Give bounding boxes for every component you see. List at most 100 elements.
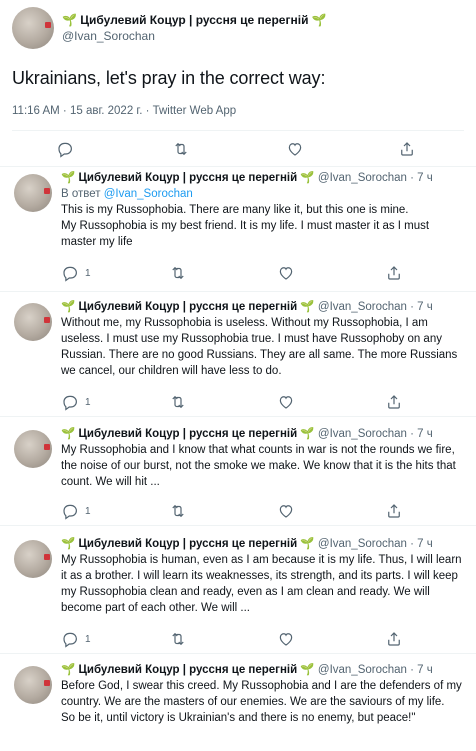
username[interactable]: @Ivan_Sorochan <box>62 29 327 43</box>
share-icon <box>388 395 400 409</box>
reply-button[interactable]: 1 <box>61 264 91 282</box>
reply-count: 1 <box>85 633 91 645</box>
retweet-button[interactable] <box>169 502 187 520</box>
share-icon <box>388 632 400 646</box>
reply-text: This is my Russophobia. There are many l… <box>61 204 430 248</box>
timestamp[interactable]: · 7 ч <box>410 172 433 184</box>
heart-icon <box>279 505 293 518</box>
reply-icon <box>63 395 77 411</box>
retweet-button[interactable] <box>169 264 187 282</box>
reply-count: 1 <box>85 267 91 279</box>
share-button[interactable] <box>385 264 403 282</box>
share-icon <box>401 142 413 156</box>
reply-button[interactable]: 1 <box>61 630 91 648</box>
username[interactable]: @Ivan_Sorochan <box>318 301 407 313</box>
reply-actions: 1 <box>61 393 467 413</box>
reply-text: My Russophobia is human, even as I am be… <box>61 554 462 614</box>
like-button[interactable] <box>277 630 295 648</box>
like-button[interactable] <box>277 264 295 282</box>
timestamp[interactable]: · 7 ч <box>410 664 433 676</box>
reply-count: 1 <box>85 505 91 517</box>
reply-actions: 1 <box>61 630 467 650</box>
reply-tweet[interactable]: 🌱 Цибулевий Коцур | руссня це перегній 🌱… <box>0 299 476 417</box>
display-name[interactable]: 🌱 Цибулевий Коцур | руссня це перегній 🌱 <box>62 13 327 27</box>
display-name[interactable]: 🌱 Цибулевий Коцур | руссня це перегній 🌱 <box>61 172 315 184</box>
retweet-icon <box>175 142 187 156</box>
share-icon <box>388 266 400 280</box>
retweet-button[interactable] <box>172 140 190 158</box>
reply-tweet[interactable]: 🌱 Цибулевий Коцур | руссня це перегній 🌱… <box>0 662 476 751</box>
reply-icon <box>63 504 77 520</box>
like-button[interactable] <box>277 393 295 411</box>
reply-body: 🌱 Цибулевий Коцур | руссня це перегній 🌱… <box>61 170 467 282</box>
avatar[interactable] <box>12 7 54 49</box>
main-tweet-header: 🌱 Цибулевий Коцур | руссня це перегній 🌱… <box>12 4 464 52</box>
reply-actions: 1 <box>61 264 467 284</box>
tweet-text: Ukrainians, let's pray in the correct wa… <box>12 68 326 88</box>
replying-to-link[interactable]: @Ivan_Sorochan <box>104 188 193 200</box>
retweet-button[interactable] <box>169 630 187 648</box>
tweet-actions <box>12 130 464 166</box>
reply-button[interactable]: 1 <box>61 502 91 520</box>
username[interactable]: @Ivan_Sorochan <box>318 428 407 440</box>
reply-tweet[interactable]: 🌱 Цибулевий Коцур | руссня це перегній 🌱… <box>0 170 476 292</box>
timestamp[interactable]: · 7 ч <box>410 538 433 550</box>
avatar[interactable] <box>14 540 52 578</box>
reply-count: 1 <box>85 396 91 408</box>
avatar[interactable] <box>14 666 52 704</box>
avatar[interactable] <box>14 174 52 212</box>
heart-icon <box>279 633 293 646</box>
replying-to: В ответ @Ivan_Sorochan <box>61 186 467 202</box>
reply-header: 🌱 Цибулевий Коцур | руссня це перегній 🌱… <box>61 536 467 552</box>
replying-prefix: В ответ <box>61 188 101 200</box>
reply-body: 🌱 Цибулевий Коцур | руссня це перегній 🌱… <box>61 299 467 411</box>
author-block: 🌱 Цибулевий Коцур | руссня це перегній 🌱… <box>62 13 327 43</box>
reply-tweet[interactable]: 🌱 Цибулевий Коцур | руссня це перегній 🌱… <box>0 536 476 654</box>
reply-body: 🌱 Цибулевий Коцур | руссня це перегній 🌱… <box>61 662 467 726</box>
heart-icon <box>288 143 302 156</box>
display-name[interactable]: 🌱 Цибулевий Коцур | руссня це перегній 🌱 <box>61 538 315 550</box>
retweet-icon <box>172 504 184 518</box>
timestamp[interactable]: · 7 ч <box>410 301 433 313</box>
retweet-button[interactable] <box>169 393 187 411</box>
retweet-icon <box>172 266 184 280</box>
avatar[interactable] <box>14 430 52 468</box>
display-name[interactable]: 🌱 Цибулевий Коцур | руссня це перегній 🌱 <box>61 664 315 676</box>
username[interactable]: @Ivan_Sorochan <box>318 172 407 184</box>
share-icon <box>388 504 400 518</box>
reply-button[interactable] <box>56 140 74 158</box>
reply-header: 🌱 Цибулевий Коцур | руссня це перегній 🌱… <box>61 662 467 678</box>
share-button[interactable] <box>385 502 403 520</box>
avatar[interactable] <box>14 303 52 341</box>
username[interactable]: @Ivan_Sorochan <box>318 538 407 550</box>
reply-text: Before God, I swear this creed. My Russo… <box>61 680 462 724</box>
tweet-meta[interactable]: 11:16 AM · 15 авг. 2022 г. · Twitter Web… <box>12 105 464 117</box>
reply-tweet[interactable]: 🌱 Цибулевий Коцур | руссня це перегній 🌱… <box>0 426 476 526</box>
reply-button[interactable]: 1 <box>61 393 91 411</box>
divider <box>0 166 476 167</box>
like-button[interactable] <box>277 502 295 520</box>
reply-body: 🌱 Цибулевий Коцур | руссня це перегній 🌱… <box>61 536 467 648</box>
main-tweet: 🌱 Цибулевий Коцур | руссня це перегній 🌱… <box>12 4 464 158</box>
share-button[interactable] <box>398 140 416 158</box>
username[interactable]: @Ivan_Sorochan <box>318 664 407 676</box>
reply-text: Without me, my Russophobia is useless. W… <box>61 317 458 377</box>
reply-icon <box>58 142 72 158</box>
reply-icon <box>63 632 77 648</box>
heart-icon <box>279 267 293 280</box>
reply-icon <box>63 266 77 282</box>
timestamp[interactable]: · 7 ч <box>410 428 433 440</box>
reply-header: 🌱 Цибулевий Коцур | руссня це перегній 🌱… <box>61 299 467 315</box>
display-name[interactable]: 🌱 Цибулевий Коцур | руссня це перегній 🌱 <box>61 301 315 313</box>
display-name[interactable]: 🌱 Цибулевий Коцур | руссня це перегній 🌱 <box>61 428 315 440</box>
reply-header: 🌱 Цибулевий Коцур | руссня це перегній 🌱… <box>61 170 467 186</box>
reply-body: 🌱 Цибулевий Коцур | руссня це перегній 🌱… <box>61 426 467 520</box>
heart-icon <box>279 396 293 409</box>
like-button[interactable] <box>286 140 304 158</box>
reply-header: 🌱 Цибулевий Коцур | руссня це перегній 🌱… <box>61 426 467 442</box>
retweet-icon <box>172 632 184 646</box>
share-button[interactable] <box>385 630 403 648</box>
retweet-icon <box>172 395 184 409</box>
reply-text: My Russophobia and I know that what coun… <box>61 444 456 488</box>
share-button[interactable] <box>385 393 403 411</box>
